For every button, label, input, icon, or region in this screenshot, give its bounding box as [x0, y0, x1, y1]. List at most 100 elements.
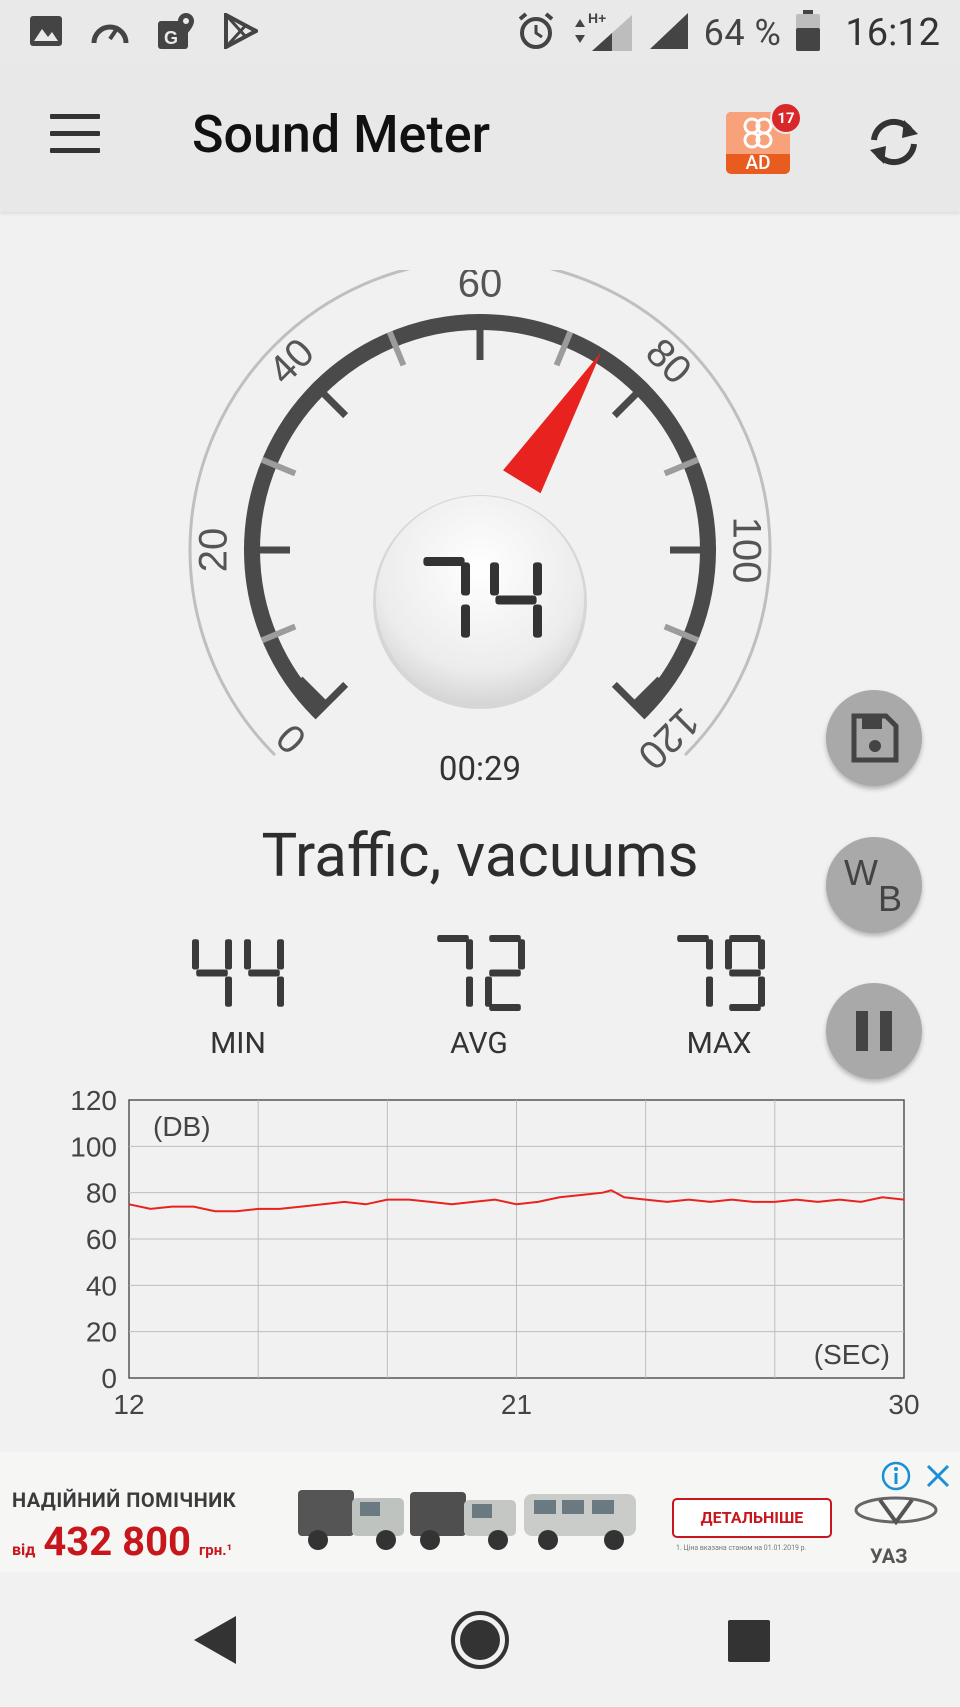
svg-text:G: G — [164, 28, 178, 48]
home-icon — [451, 1611, 509, 1669]
save-icon — [851, 713, 899, 763]
stat-avg-value-segment — [437, 935, 469, 942]
menu-icon-line — [50, 148, 100, 153]
ad-brand: УАЗ — [870, 1544, 908, 1568]
db-history-plot: 020406080100120 12 21 30 (DB) (SEC) — [70, 1085, 919, 1420]
stat-avg-value-digit — [437, 935, 473, 1007]
recents-icon — [728, 1620, 770, 1662]
current-db-segment — [533, 604, 542, 638]
gauge-needle — [503, 352, 602, 494]
stat-avg-value-segment — [518, 939, 525, 970]
mobile-data-icon: H+ — [570, 9, 634, 57]
recents-button[interactable] — [724, 1616, 774, 1666]
current-db-segment — [461, 562, 470, 596]
clock: 16:12 — [845, 11, 940, 55]
ad-banner[interactable]: НАДІЙНИЙ ПОМІЧНИК від 432 800 грн.¹ ДЕТА… — [0, 1452, 960, 1572]
stat-max-value — [677, 935, 765, 1011]
stat-avg-value-segment — [466, 976, 473, 1007]
home-button[interactable] — [448, 1608, 512, 1672]
pause-button[interactable] — [826, 983, 922, 1079]
elapsed-time: 00:29 — [438, 750, 522, 789]
stat-min-value-segment — [244, 939, 251, 970]
weighting-button[interactable]: W B — [826, 837, 922, 933]
play-store-icon — [222, 11, 261, 53]
stat-min-value-segment — [248, 969, 280, 977]
sound-level-gauge: 0 20 40 60 80 100 120 — [150, 270, 810, 790]
stat-max-value-segment — [677, 935, 709, 942]
noise-category: Traffic, vacuums — [261, 820, 699, 891]
chart-y-axis-label: (DB) — [153, 1111, 211, 1142]
stat-max-value-segment — [758, 939, 765, 970]
uaz-logo-icon — [854, 1496, 938, 1526]
ad-vehicles-image — [298, 1490, 636, 1550]
stat-avg-value-segment — [489, 1004, 521, 1011]
app-title: Sound Meter — [192, 104, 490, 165]
stat-max-value-segment — [706, 939, 713, 970]
gauge-scale-label: 60 — [458, 270, 503, 306]
stat-avg-value-segment — [489, 935, 521, 942]
stat-max-label: MAX — [686, 1026, 752, 1061]
navigation-bar — [0, 1572, 960, 1707]
ad-cta-button[interactable]: ДЕТАЛЬНІШЕ — [672, 1498, 832, 1538]
chart-y-tick-label: 20 — [86, 1317, 117, 1348]
alarm-icon — [516, 11, 556, 55]
stat-min-value-segment — [225, 976, 232, 1007]
speedometer-icon — [90, 13, 130, 53]
stat-max-value-segment — [729, 935, 761, 942]
reset-button[interactable] — [864, 114, 924, 170]
stat-min-value-segment — [192, 939, 199, 970]
menu-button[interactable] — [44, 114, 104, 162]
save-button[interactable] — [826, 690, 922, 786]
stat-max-value-segment — [729, 1004, 761, 1011]
maps-icon: G — [156, 11, 196, 55]
stat-min: MIN — [138, 928, 338, 1061]
stat-max-value-segment — [725, 939, 732, 970]
stat-max-value-segment — [758, 976, 765, 1007]
network-type: H+ — [588, 10, 606, 26]
ad-footnote: 1. Ціна вказана станом на 01.01.2019 р. — [676, 1544, 807, 1552]
gauge-knob — [376, 496, 584, 704]
current-db-segment — [495, 595, 537, 605]
stat-avg-value — [437, 935, 525, 1011]
status-bar: G H+ 64 % 16:12 — [0, 0, 960, 66]
gauge-scale-label: 100 — [724, 517, 768, 584]
stat-avg-value-segment — [466, 939, 473, 970]
stat-max-value-digit — [677, 935, 713, 1007]
stat-min-value-segment — [277, 976, 284, 1007]
chart-y-tick-label: 80 — [86, 1178, 117, 1209]
pause-icon — [856, 1011, 892, 1051]
stat-min-value-segment — [196, 969, 228, 977]
stat-avg-value-segment — [485, 976, 492, 1007]
stat-avg-value-digit — [485, 935, 525, 1011]
battery-percent: 64 % — [703, 12, 782, 54]
signal-icon — [648, 11, 690, 55]
gauge-dial: 020406080100120 — [188, 270, 772, 778]
ad-headline: НАДІЙНИЙ ПОМІЧНИК — [12, 1488, 237, 1512]
ad-price-currency: грн.¹ — [198, 1541, 233, 1559]
chart-y-tick-label: 120 — [70, 1090, 117, 1116]
refresh-icon — [870, 118, 918, 166]
stat-max-value-segment — [729, 969, 761, 977]
ad-label: AD — [745, 151, 771, 174]
notification-badge: 17 — [770, 102, 802, 134]
stat-min-value-segment — [225, 939, 232, 970]
stat-min-value — [192, 939, 284, 1007]
stat-max-value-segment — [706, 976, 713, 1007]
ad-price-from: від — [12, 1540, 36, 1559]
back-button[interactable] — [186, 1610, 246, 1670]
ad-close-button[interactable] — [922, 1460, 954, 1492]
stat-avg-label: AVG — [450, 1026, 508, 1061]
stat-min-value-digit — [192, 939, 232, 1007]
chart-x-tick-label: 12 — [113, 1389, 144, 1420]
stat-min-label: MIN — [210, 1026, 266, 1061]
stat-max: MAX — [619, 928, 819, 1061]
current-db-segment — [461, 604, 470, 638]
ad-button[interactable]: AD 17 — [726, 102, 802, 174]
ad-price-value: 432 800 — [43, 1518, 191, 1565]
chart-y-tick-label: 60 — [86, 1224, 117, 1255]
current-db-segment — [533, 562, 542, 596]
menu-icon-line — [50, 131, 100, 136]
weighting-icon: W B — [844, 852, 902, 919]
current-db-segment — [490, 562, 499, 596]
ad-info-button[interactable] — [880, 1460, 912, 1492]
